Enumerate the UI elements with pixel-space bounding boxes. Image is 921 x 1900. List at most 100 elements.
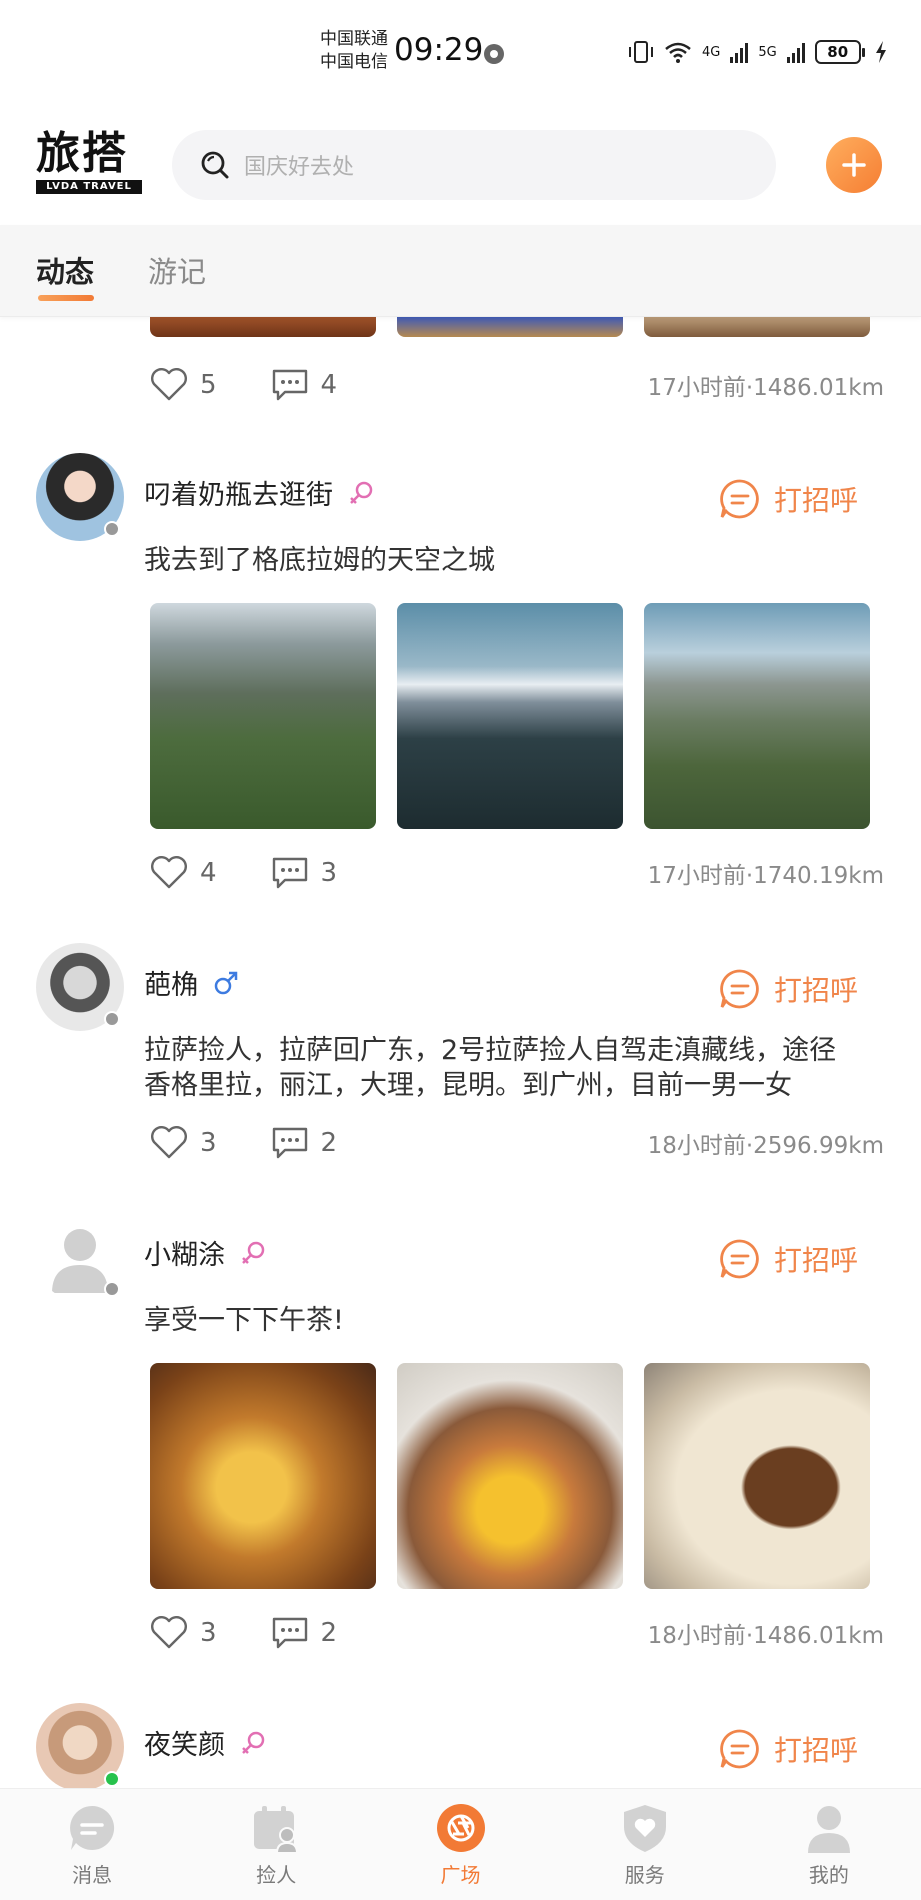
search-icon — [201, 151, 229, 179]
snow-peaks-photo[interactable] — [397, 603, 623, 829]
chat-bubble-icon — [720, 969, 759, 1009]
comment-icon — [272, 1617, 307, 1649]
feed-tabs: 动态 游记 — [0, 225, 921, 317]
nav-item-pickup[interactable]: 捡人 — [184, 1789, 368, 1900]
greet-label: 打招呼 — [774, 974, 859, 1007]
comment-icon — [272, 1127, 307, 1159]
post-meta: 18小时前·1486.01km — [647, 1623, 884, 1649]
recording-icon — [484, 44, 504, 64]
add-post-button[interactable] — [826, 137, 882, 193]
status-time: 09:29 — [394, 32, 484, 68]
vibrate-icon — [629, 41, 653, 63]
nav-label: 捡人 — [256, 1863, 297, 1887]
like-button[interactable]: 3 — [150, 1126, 217, 1160]
post-meta: 18小时前·2596.99km — [647, 1133, 884, 1159]
heart-icon — [151, 1126, 187, 1159]
wifi-icon — [665, 42, 691, 63]
post-actions: 3 2 18小时前·1486.01km — [150, 1613, 884, 1653]
tab-moments[interactable]: 动态 — [36, 249, 94, 291]
carrier-1: 中国联通 — [320, 29, 388, 49]
like-count: 4 — [200, 858, 217, 888]
chat-bubble-icon — [720, 1729, 759, 1769]
username[interactable]: 小糊涂 — [144, 1233, 267, 1272]
cake-photo[interactable] — [644, 1363, 870, 1589]
signal-2-icon — [786, 41, 805, 63]
post-content-line: 拉萨捡人，拉萨回广东，2号拉萨捡人自驾走滇藏线，途径 — [144, 1035, 837, 1066]
app-logo: 旅搭 LVDA TRAVEL — [36, 130, 142, 194]
search-bar[interactable]: 国庆好去处 — [172, 130, 776, 200]
username[interactable]: 葩桷 — [144, 963, 240, 1002]
nav-item-plaza[interactable]: 广场 — [368, 1789, 552, 1900]
mountain-meadow-photo[interactable] — [150, 603, 376, 829]
bottom-nav: 消息 捡人 广场 服务 我的 — [0, 1788, 921, 1900]
comment-button[interactable]: 3 — [271, 856, 338, 890]
comment-count: 3 — [320, 858, 338, 888]
female-icon — [242, 1241, 265, 1264]
greet-button[interactable]: 打招呼 — [718, 1237, 858, 1281]
greet-label: 打招呼 — [774, 1244, 859, 1277]
plus-icon — [842, 153, 866, 177]
greet-button[interactable]: 打招呼 — [718, 1727, 858, 1771]
valley-photo[interactable] — [644, 603, 870, 829]
battery-icon: 80 — [814, 40, 865, 64]
battery-level: 80 — [827, 43, 849, 61]
username[interactable]: 夜笑颜 — [144, 1723, 267, 1762]
female-icon — [350, 481, 373, 504]
heart-icon — [151, 1616, 187, 1649]
post-content: 拉萨捡人，拉萨回广东，2号拉萨捡人自驾走滇藏线，途径 香格里拉，丽江，大理，昆明… — [144, 1033, 884, 1103]
greet-button[interactable]: 打招呼 — [718, 477, 858, 521]
like-button[interactable]: 3 — [150, 1616, 217, 1650]
feed-list[interactable]: 5 4 17小时前·1486.01km 叼着奶瓶去逛街 打招呼 我去到了格底拉姆… — [0, 225, 921, 1788]
post-images — [150, 603, 870, 829]
greet-button[interactable]: 打招呼 — [718, 967, 858, 1011]
partial-image[interactable] — [150, 315, 376, 337]
post-actions: 3 2 18小时前·2596.99km — [150, 1123, 884, 1163]
nav-item-profile[interactable]: 我的 — [737, 1789, 921, 1900]
partial-post-actions: 5 4 17小时前·1486.01km — [150, 365, 884, 405]
post-content: 享受一下下午茶! — [144, 1305, 344, 1336]
active-tab-indicator — [38, 295, 94, 301]
nav-label: 消息 — [72, 1863, 113, 1887]
like-button[interactable]: 4 — [150, 856, 217, 890]
search-placeholder: 国庆好去处 — [244, 155, 355, 180]
fries-platter-photo[interactable] — [397, 1363, 623, 1589]
tab-travel-notes[interactable]: 游记 — [148, 249, 206, 291]
nav-label: 广场 — [440, 1863, 481, 1887]
post-content: 我去到了格底拉姆的天空之城 — [144, 545, 495, 576]
online-status-dot — [104, 1011, 120, 1027]
post-content-line: 香格里拉，丽江，大理，昆明。到广州，目前一男一女 — [144, 1070, 792, 1101]
message-icon — [70, 1805, 115, 1850]
charging-icon — [875, 41, 886, 63]
heart-icon — [151, 856, 187, 889]
partial-image[interactable] — [644, 315, 870, 337]
username[interactable]: 叼着奶瓶去逛街 — [144, 473, 375, 512]
username-text: 夜笑颜 — [144, 1730, 225, 1761]
network-type-2: 5G — [758, 44, 777, 60]
cheese-toast-photo[interactable] — [150, 1363, 376, 1589]
network-type-1: 4G — [702, 44, 721, 60]
chat-bubble-icon — [720, 1239, 759, 1279]
comment-count: 4 — [320, 370, 338, 400]
service-icon — [623, 1805, 666, 1852]
comment-button[interactable]: 2 — [271, 1616, 337, 1650]
nav-item-messages[interactable]: 消息 — [0, 1789, 184, 1900]
nav-item-service[interactable]: 服务 — [553, 1789, 737, 1900]
male-icon — [214, 971, 238, 994]
partial-image[interactable] — [397, 315, 623, 337]
pickup-icon — [254, 1806, 299, 1854]
comment-button[interactable]: 4 — [271, 368, 338, 402]
logo-subtext: LVDA TRAVEL — [36, 180, 142, 194]
nav-label: 我的 — [808, 1863, 849, 1887]
profile-icon — [807, 1806, 850, 1853]
plaza-icon — [436, 1804, 485, 1852]
comment-icon — [272, 369, 307, 401]
comment-button[interactable]: 2 — [271, 1126, 337, 1160]
signal-1-icon — [730, 41, 749, 63]
online-status-dot — [104, 521, 120, 537]
carrier-info: 中国联通 中国电信 — [320, 28, 388, 74]
greet-label: 打招呼 — [774, 484, 859, 517]
heart-icon — [151, 368, 187, 401]
like-button[interactable]: 5 — [150, 368, 217, 402]
username-text: 小糊涂 — [144, 1240, 225, 1271]
carrier-2: 中国电信 — [320, 52, 388, 72]
